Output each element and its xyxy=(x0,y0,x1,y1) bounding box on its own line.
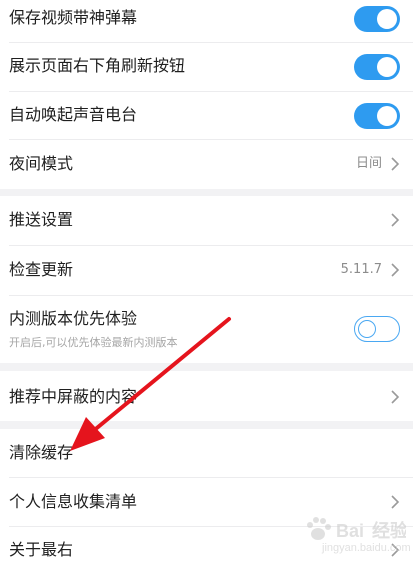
baidu-paw-icon: Bai 经验 xyxy=(307,517,409,541)
setting-blocked-label: 推荐中屏蔽的内容 xyxy=(9,387,138,406)
toggle-knob xyxy=(377,9,397,29)
refresh-button-toggle[interactable] xyxy=(354,54,400,80)
version-value: 5.11.7 xyxy=(340,262,382,277)
toggle-knob xyxy=(377,106,397,126)
setting-update[interactable]: 检查更新 5.11.7 xyxy=(0,246,413,295)
setting-personal-info-label: 个人信息收集清单 xyxy=(9,492,138,511)
setting-clear-cache[interactable]: 清除缓存 xyxy=(0,429,413,477)
chevron-right-icon xyxy=(389,493,401,511)
setting-radio[interactable]: 自动唤起声音电台 xyxy=(0,92,413,139)
setting-beta-label: 内测版本优先体验 xyxy=(9,309,138,328)
setting-radio-label: 自动唤起声音电台 xyxy=(9,105,138,124)
setting-night-mode[interactable]: 夜间模式 日间 xyxy=(0,140,413,189)
chevron-right-icon xyxy=(389,388,401,406)
setting-beta-description: 开启后,可以优先体验最新内测版本 xyxy=(9,336,178,349)
setting-push-label: 推送设置 xyxy=(9,210,74,229)
setting-danmaku-label: 保存视频带神弹幕 xyxy=(9,8,138,27)
radio-toggle[interactable] xyxy=(354,103,400,129)
setting-blocked[interactable]: 推荐中屏蔽的内容 xyxy=(0,371,413,421)
setting-about-label: 关于最右 xyxy=(9,540,74,559)
beta-toggle[interactable] xyxy=(354,316,400,342)
chevron-right-icon xyxy=(389,155,401,173)
night-mode-value: 日间 xyxy=(355,156,382,171)
setting-clear-cache-label: 清除缓存 xyxy=(9,443,74,462)
toggle-knob xyxy=(358,319,376,338)
chevron-right-icon xyxy=(389,261,401,279)
settings-section-general: 推送设置 检查更新 5.11.7 内测版本优先体验 开启后,可以优先体验最新内测… xyxy=(0,196,413,363)
settings-section-display: 保存视频带神弹幕 展示页面右下角刷新按钮 自动唤起声音电台 夜间模式 日间 xyxy=(0,0,413,189)
setting-update-label: 检查更新 xyxy=(9,260,74,279)
setting-beta[interactable]: 内测版本优先体验 开启后,可以优先体验最新内测版本 xyxy=(0,296,413,363)
setting-danmaku[interactable]: 保存视频带神弹幕 xyxy=(0,0,413,42)
setting-refresh-button[interactable]: 展示页面右下角刷新按钮 xyxy=(0,43,413,90)
svg-text:Bai: Bai xyxy=(336,521,364,541)
setting-push[interactable]: 推送设置 xyxy=(0,196,413,245)
setting-night-mode-label: 夜间模式 xyxy=(9,154,74,173)
settings-section-blocked: 推荐中屏蔽的内容 xyxy=(0,371,413,421)
watermark-text: jingyan.baidu.com xyxy=(322,542,411,554)
toggle-knob xyxy=(377,57,397,77)
baidu-jingyan-watermark: Bai 经验 jingyan.baidu.com xyxy=(298,512,411,564)
danmaku-toggle[interactable] xyxy=(354,6,400,32)
setting-refresh-button-label: 展示页面右下角刷新按钮 xyxy=(9,56,186,75)
chevron-right-icon xyxy=(389,211,401,229)
svg-text:经验: 经验 xyxy=(372,520,406,541)
